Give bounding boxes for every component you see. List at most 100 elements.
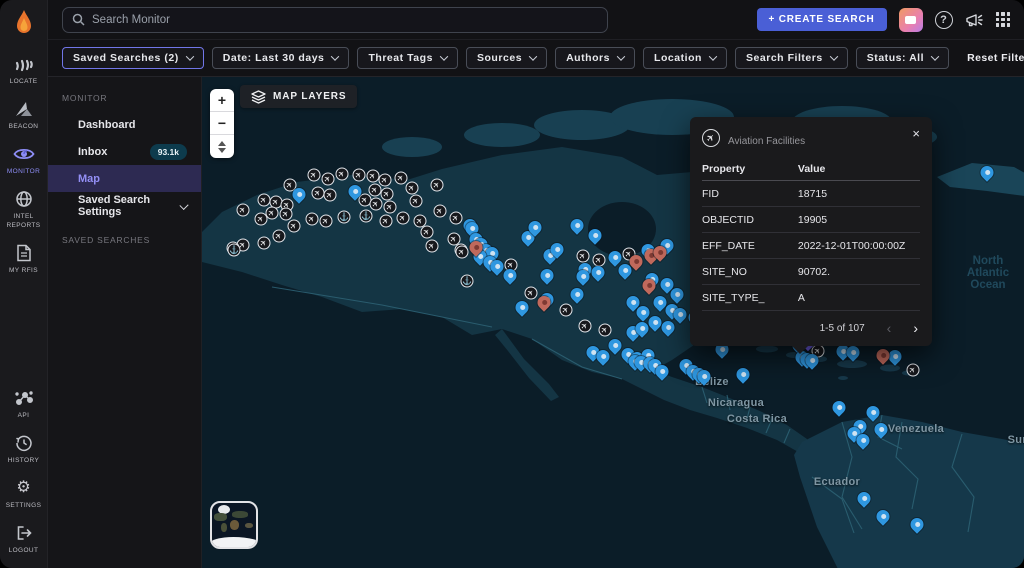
- map-marker-aviation[interactable]: ✈: [434, 205, 447, 218]
- map-marker-aviation[interactable]: ✈: [306, 213, 319, 226]
- map-pin-blue[interactable]: [864, 403, 882, 421]
- sidebar-item-dashboard[interactable]: Dashboard: [48, 111, 201, 138]
- map-marker-aviation[interactable]: ✈: [384, 201, 397, 214]
- map-marker-aviation[interactable]: ✈: [322, 173, 335, 186]
- map-marker-aviation[interactable]: ✈: [599, 324, 612, 337]
- map-marker-aviation[interactable]: ✈: [426, 240, 439, 253]
- sidebar-item-api[interactable]: API: [0, 388, 48, 420]
- filter-chip-authors[interactable]: Authors: [555, 47, 635, 69]
- map-tilt-button[interactable]: [210, 135, 234, 158]
- map-marker-port[interactable]: ⚓: [360, 210, 373, 223]
- map-marker-port[interactable]: ⚓: [228, 244, 241, 257]
- map-pin-blue[interactable]: [908, 515, 926, 533]
- map-marker-aviation[interactable]: ✈: [353, 169, 366, 182]
- sidebar-item-beacon[interactable]: BEACON: [0, 99, 48, 131]
- map-marker-aviation[interactable]: ✈: [280, 208, 293, 221]
- map-marker-aviation[interactable]: ✈: [907, 364, 920, 377]
- pagination-next-icon[interactable]: ›: [913, 320, 918, 336]
- map-marker-port[interactable]: ⚓: [461, 275, 474, 288]
- chat-screen-glyph: [905, 16, 916, 24]
- map-layers-button[interactable]: MAP LAYERS: [240, 85, 357, 108]
- map-marker-aviation[interactable]: ✈: [237, 204, 250, 217]
- announcements-megaphone-icon[interactable]: [965, 12, 984, 28]
- map-pin-red[interactable]: [874, 346, 892, 364]
- map-marker-aviation[interactable]: ✈: [324, 189, 337, 202]
- map-pin-blue[interactable]: [855, 489, 873, 507]
- map-marker-aviation[interactable]: ✈: [258, 194, 271, 207]
- sidebar-item-saved-search-settings[interactable]: Saved Search Settings: [48, 192, 201, 219]
- chip-label: Authors: [566, 52, 610, 64]
- sidebar-item-history[interactable]: HISTORY: [0, 433, 48, 465]
- help-icon[interactable]: ?: [935, 11, 953, 29]
- map-pin-blue[interactable]: [513, 298, 531, 316]
- search-input[interactable]: Search Monitor: [62, 7, 608, 33]
- sidebar-item-logout[interactable]: LOGOUT: [0, 523, 48, 555]
- pagination-prev-icon[interactable]: ‹: [887, 320, 892, 336]
- map-marker-aviation[interactable]: ✈: [579, 320, 592, 333]
- feature-popup: × ✈ Aviation Facilities Property Value F…: [690, 117, 932, 346]
- map-marker-aviation[interactable]: ✈: [370, 198, 383, 211]
- filter-chip-search-filters[interactable]: Search Filters: [735, 47, 848, 69]
- basemap-minimap[interactable]: [210, 501, 258, 549]
- map-pin-blue[interactable]: [589, 263, 607, 281]
- filter-chip-status[interactable]: Status: All: [856, 47, 949, 69]
- sidebar-item-label: Saved Search Settings: [78, 194, 181, 218]
- map-pin-blue[interactable]: [501, 266, 519, 284]
- map-marker-aviation[interactable]: ✈: [312, 187, 325, 200]
- apps-grid-icon[interactable]: [996, 12, 1011, 27]
- map-pin-blue[interactable]: [978, 163, 996, 181]
- assistant-gradient-icon[interactable]: [899, 8, 923, 32]
- map-pin-blue[interactable]: [734, 365, 752, 383]
- map-marker-aviation[interactable]: ✈: [336, 168, 349, 181]
- map-marker-aviation[interactable]: ✈: [410, 195, 423, 208]
- map-marker-aviation[interactable]: ✈: [421, 226, 434, 239]
- map-marker-aviation[interactable]: ✈: [525, 287, 538, 300]
- sidebar-item-map[interactable]: Map: [48, 165, 201, 192]
- map-marker-aviation[interactable]: ✈: [273, 230, 286, 243]
- filter-chip-sources[interactable]: Sources: [466, 47, 547, 69]
- sidebar-item-monitor[interactable]: MONITOR: [0, 144, 48, 176]
- map-marker-aviation[interactable]: ✈: [397, 212, 410, 225]
- sidebar-item-settings[interactable]: ⚙ SETTINGS: [0, 478, 48, 510]
- sidebar-item-inbox[interactable]: Inbox93.1k: [48, 138, 201, 165]
- sidebar-item-locate[interactable]: LOCATE: [0, 54, 48, 86]
- create-search-button[interactable]: + CREATE SEARCH: [757, 8, 887, 31]
- map-marker-aviation[interactable]: ✈: [255, 213, 268, 226]
- filter-chip-location[interactable]: Location: [643, 47, 727, 69]
- map-marker-aviation[interactable]: ✈: [258, 237, 271, 250]
- map-marker-aviation[interactable]: ✈: [308, 169, 321, 182]
- sidebar-item-my-rfis[interactable]: MY RFIS: [0, 243, 48, 275]
- zoom-in-button[interactable]: +: [210, 89, 234, 112]
- sidebar-item-label: Inbox: [78, 146, 107, 158]
- map-marker-aviation[interactable]: ✈: [395, 172, 408, 185]
- reset-filters-button[interactable]: Reset Filters: [967, 52, 1024, 64]
- map-marker-aviation[interactable]: ✈: [593, 254, 606, 267]
- map-marker-aviation[interactable]: ✈: [450, 212, 463, 225]
- filter-chip-date[interactable]: Date: Last 30 days: [212, 47, 350, 69]
- sidebar-item-intel-reports[interactable]: INTEL REPORTS: [0, 189, 48, 229]
- map-marker-aviation[interactable]: ✈: [381, 188, 394, 201]
- map-marker-aviation[interactable]: ✈: [380, 215, 393, 228]
- map-marker-aviation[interactable]: ✈: [406, 182, 419, 195]
- minimap-south-america: [221, 523, 227, 532]
- chevron-down-icon: [331, 52, 339, 60]
- map-canvas[interactable]: ✈✈✈✈✈✈✈✈✈✈✈✈✈✈✈✈✈✈✈✈✈✈✈✈✈✈✈✈✈✈✈✈✈✈✈✈✈✈✈✈…: [202, 77, 1024, 568]
- map-pin-blue[interactable]: [874, 507, 892, 525]
- map-marker-aviation[interactable]: ✈: [577, 250, 590, 263]
- map-pin-blue[interactable]: [568, 285, 586, 303]
- map-marker-aviation[interactable]: ✈: [560, 304, 573, 317]
- zoom-out-button[interactable]: −: [210, 112, 234, 135]
- map-pin-blue[interactable]: [568, 216, 586, 234]
- map-marker-aviation[interactable]: ✈: [320, 215, 333, 228]
- map-pin-blue[interactable]: [538, 266, 556, 284]
- map-marker-aviation[interactable]: ✈: [456, 246, 469, 259]
- map-marker-aviation[interactable]: ✈: [379, 174, 392, 187]
- map-marker-aviation[interactable]: ✈: [288, 220, 301, 233]
- filter-chip-saved-searches[interactable]: Saved Searches (2): [62, 47, 204, 69]
- map-marker-port[interactable]: ⚓: [338, 211, 351, 224]
- map-pin-blue[interactable]: [586, 226, 604, 244]
- close-icon[interactable]: ×: [912, 127, 920, 140]
- filter-chip-threat-tags[interactable]: Threat Tags: [357, 47, 458, 69]
- map-pin-blue[interactable]: [830, 398, 848, 416]
- map-marker-aviation[interactable]: ✈: [431, 179, 444, 192]
